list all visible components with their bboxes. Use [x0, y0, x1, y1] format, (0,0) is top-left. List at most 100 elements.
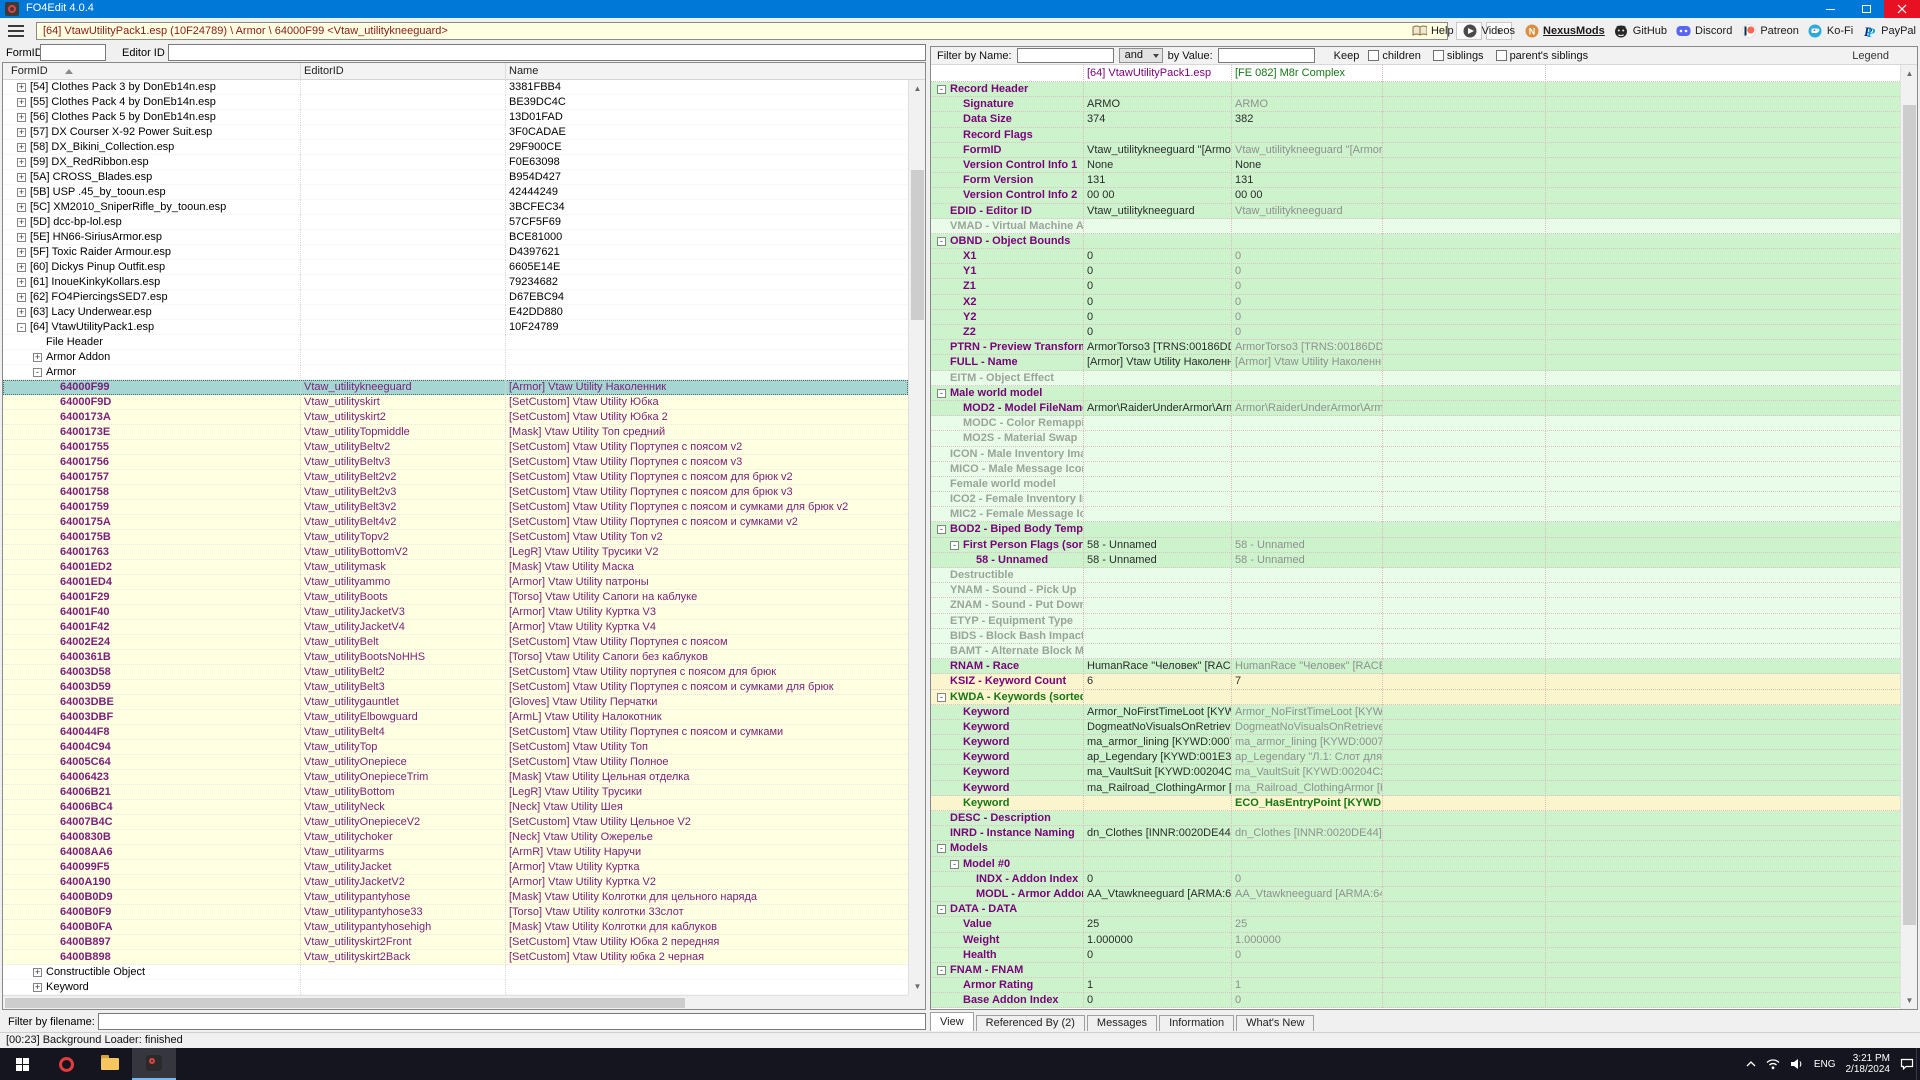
detail-row[interactable]: -Models	[931, 841, 1900, 856]
detail-row[interactable]: KeywordArmor_NoFirstTimeLoot [KYWD:...Ar…	[931, 705, 1900, 720]
value-plugin1-cell[interactable]: 0	[1084, 279, 1232, 294]
value-plugin1-cell[interactable]	[1084, 841, 1232, 856]
tree-row-record[interactable]: 640099F5Vtaw_utilityJacket[Armor] Vtaw U…	[3, 860, 908, 875]
detail-header-plugin2[interactable]: [FE 082] M8r Complex Sorter.esp	[1232, 65, 1383, 82]
value-plugin2-cell[interactable]: 1.000000	[1232, 933, 1383, 948]
scroll-up-icon[interactable]: ▲	[1901, 65, 1918, 82]
value-plugin2-cell[interactable]: ma_armor_lining [KYWD:0007FA...	[1232, 735, 1383, 750]
value-plugin2-cell[interactable]	[1232, 811, 1383, 826]
tree-row-plugin[interactable]: +[59] DX_RedRibbon.espF0E63098	[3, 155, 908, 170]
tree-row-record[interactable]: 6400B0F9Vtaw_utilitypantyhose33[Torso] V…	[3, 905, 908, 920]
detail-row[interactable]: KeywordDogmeatNoVisualsOnRetrieve [K...D…	[931, 720, 1900, 735]
detail-row[interactable]: VMAD - Virtual Machine Ada...	[931, 219, 1900, 234]
expand-plus-icon[interactable]: +	[17, 173, 26, 182]
tree-row-record[interactable]: 64003DBEVtaw_utilitygauntlet[Gloves] Vta…	[3, 695, 908, 710]
detail-row[interactable]: Health00	[931, 948, 1900, 963]
value-plugin1-cell[interactable]: dn_Clothes [INNR:0020DE44]	[1084, 826, 1232, 841]
tree-row-record[interactable]: 64005C64Vtaw_utilityOnepiece[SetCustom] …	[3, 755, 908, 770]
expand-plus-icon[interactable]: +	[33, 353, 42, 362]
value-plugin2-cell[interactable]: [Armor] Vtaw Utility Наколенник	[1232, 355, 1383, 370]
value-plugin2-cell[interactable]: 0	[1232, 295, 1383, 310]
value-plugin1-cell[interactable]	[1084, 902, 1232, 917]
value-plugin2-cell[interactable]	[1232, 492, 1383, 507]
expand-plus-icon[interactable]: +	[17, 218, 26, 227]
value-plugin2-cell[interactable]	[1232, 431, 1383, 446]
editorid-input[interactable]	[168, 44, 926, 61]
value-plugin1-cell[interactable]	[1084, 690, 1232, 705]
detail-row[interactable]: Version Control Info 1NoneNone	[931, 158, 1900, 173]
value-plugin1-cell[interactable]	[1084, 477, 1232, 492]
tray-chevron-up-icon[interactable]	[1746, 1061, 1756, 1067]
collapse-minus-icon[interactable]: -	[937, 966, 946, 975]
detail-row[interactable]: X100	[931, 249, 1900, 264]
value-plugin2-cell[interactable]: HumanRace "Человек" [RACE:0...	[1232, 659, 1383, 674]
tree-row-plugin[interactable]: +[55] Clothes Pack 4 by DonEb14n.espBE39…	[3, 95, 908, 110]
value-plugin1-cell[interactable]: 131	[1084, 173, 1232, 188]
value-plugin2-cell[interactable]: ap_Legendary "Л.1: Слот для ле...	[1232, 750, 1383, 765]
detail-row[interactable]: Keywordma_Railroad_ClothingArmor [KY...m…	[931, 781, 1900, 796]
tab-view[interactable]: View	[930, 1012, 974, 1031]
detail-row[interactable]: Y100	[931, 264, 1900, 279]
tree-row-record[interactable]: 64001755Vtaw_utilityBeltv2[SetCustom] Vt…	[3, 440, 908, 455]
value-plugin2-cell[interactable]: dn_Clothes [INNR:0020DE44]	[1232, 826, 1383, 841]
detail-row[interactable]: -OBND - Object Bounds	[931, 234, 1900, 249]
value-plugin1-cell[interactable]	[1084, 629, 1232, 644]
value-plugin2-cell[interactable]	[1232, 583, 1383, 598]
value-plugin2-cell[interactable]: Vtaw_utilitykneeguard "[Armor] ...	[1232, 143, 1383, 158]
tree-row-record[interactable]: 64001757Vtaw_utilityBelt2v2[SetCustom] V…	[3, 470, 908, 485]
taskbar-clock[interactable]: 3:21 PM 2/18/2024	[1846, 1053, 1891, 1075]
tree-row-record[interactable]: 6400361BVtaw_utilityBootsNoHHS[Torso] Vt…	[3, 650, 908, 665]
expand-plus-icon[interactable]: +	[17, 203, 26, 212]
value-plugin1-cell[interactable]: ap_Legendary [KYWD:001E32C8]	[1084, 750, 1232, 765]
tree-scroll-thumb[interactable]	[911, 170, 924, 320]
formid-input[interactable]	[40, 44, 106, 61]
collapse-minus-icon[interactable]: -	[937, 525, 946, 534]
value-plugin2-cell[interactable]	[1232, 477, 1383, 492]
value-plugin2-cell[interactable]: ARMO	[1232, 97, 1383, 112]
value-plugin2-cell[interactable]: 00 00	[1232, 188, 1383, 203]
expand-plus-icon[interactable]: +	[17, 143, 26, 152]
detail-row[interactable]: -Record Header	[931, 82, 1900, 97]
value-plugin2-cell[interactable]: 25	[1232, 917, 1383, 932]
value-plugin2-cell[interactable]	[1232, 522, 1383, 537]
value-plugin2-cell[interactable]: ma_VaultSuit [KYWD:00204C22]	[1232, 765, 1383, 780]
keep-option-siblings[interactable]: siblings	[1433, 50, 1484, 62]
filter-name-input[interactable]	[1017, 48, 1114, 63]
value-plugin1-cell[interactable]	[1084, 796, 1232, 811]
value-plugin1-cell[interactable]	[1084, 234, 1232, 249]
value-plugin2-cell[interactable]: 0	[1232, 872, 1383, 887]
volume-icon[interactable]	[1790, 1058, 1804, 1070]
tree-row-record[interactable]: 64003D58Vtaw_utilityBelt2[SetCustom] Vta…	[3, 665, 908, 680]
detail-row[interactable]: Data Size374382	[931, 112, 1900, 127]
detail-row[interactable]: Destructible	[931, 568, 1900, 583]
detail-row[interactable]: Base Addon Index00	[931, 993, 1900, 1008]
value-plugin2-cell[interactable]: AA_Vtawkneeguard [ARMA:6400...	[1232, 887, 1383, 902]
value-plugin1-cell[interactable]: Armor_NoFirstTimeLoot [KYWD:...	[1084, 705, 1232, 720]
collapse-minus-icon[interactable]: -	[950, 860, 959, 869]
detail-row[interactable]: -Male world model	[931, 386, 1900, 401]
detail-row[interactable]: Value2525	[931, 917, 1900, 932]
link-ko-fi[interactable]: Ko-Fi	[1808, 24, 1853, 39]
tree-row-plugin[interactable]: +[5A] CROSS_Blades.espB954D427	[3, 170, 908, 185]
value-plugin1-cell[interactable]	[1084, 416, 1232, 431]
value-plugin1-cell[interactable]: ArmorTorso3 [TRNS:00186DDC]	[1084, 340, 1232, 355]
detail-row[interactable]: SignatureARMOARMO	[931, 97, 1900, 112]
tree-row-record[interactable]: 6400175AVtaw_utilityBelt4v2[SetCustom] V…	[3, 515, 908, 530]
value-plugin1-cell[interactable]: [Armor] Vtaw Utility Наколенник	[1084, 355, 1232, 370]
link-nexusmods[interactable]: NNexusMods	[1524, 24, 1605, 39]
menu-icon[interactable]	[8, 25, 24, 37]
value-plugin1-cell[interactable]: Armor\RaiderUnderArmor\Armo...	[1084, 401, 1232, 416]
tree-row-plugin[interactable]: +[58] DX_Bikini_Collection.esp29F900CE	[3, 140, 908, 155]
filename-filter-input[interactable]	[98, 1013, 926, 1030]
detail-row[interactable]: ICO2 - Female Inventory Ima...	[931, 492, 1900, 507]
value-plugin1-cell[interactable]: 0	[1084, 295, 1232, 310]
close-button[interactable]	[1884, 0, 1920, 18]
value-plugin1-cell[interactable]	[1084, 82, 1232, 97]
tree-row-plugin[interactable]: +[54] Clothes Pack 3 by DonEb14n.esp3381…	[3, 80, 908, 95]
link-paypal[interactable]: PPPayPal	[1862, 24, 1916, 39]
detail-row[interactable]: ZNAM - Sound - Put Down	[931, 598, 1900, 613]
value-plugin2-cell[interactable]: None	[1232, 158, 1383, 173]
detail-row[interactable]: MODL - Armor AddonAA_Vtawkneeguard [ARMA…	[931, 887, 1900, 902]
detail-row[interactable]: Armor Rating11	[931, 978, 1900, 993]
value-plugin1-cell[interactable]: 1.000000	[1084, 933, 1232, 948]
